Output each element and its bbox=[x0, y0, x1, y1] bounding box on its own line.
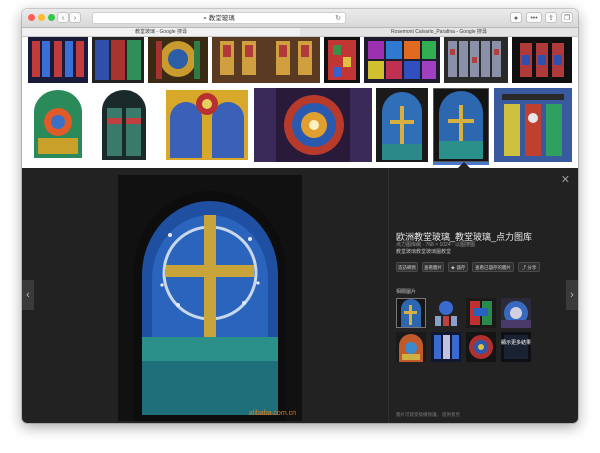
image-result-selected[interactable] bbox=[433, 88, 489, 162]
chevron-right-icon: › bbox=[570, 289, 574, 301]
image-meta: 点力图库網 · 768 × 1024 · 以图搜图 bbox=[396, 242, 476, 248]
share-button[interactable]: ⇪ bbox=[545, 12, 557, 23]
search-icon: ⌕ bbox=[203, 15, 207, 22]
image-result[interactable] bbox=[376, 88, 428, 162]
zoom-window-button[interactable] bbox=[48, 14, 55, 21]
related-images-label: 相關圖片 bbox=[396, 289, 417, 295]
related-image[interactable] bbox=[396, 332, 426, 362]
image-result[interactable] bbox=[494, 88, 572, 162]
share-icon: ⇪ bbox=[548, 15, 554, 22]
tab-label: Rosemont Calvario_Parafina - Google 搜尋 bbox=[391, 29, 487, 35]
chevron-left-icon: ‹ bbox=[61, 15, 65, 22]
related-image[interactable] bbox=[431, 332, 461, 362]
button-label: 查看已儲存的圖片 bbox=[475, 265, 511, 270]
tab-search-2[interactable]: Rosemont Calvario_Parafina - Google 搜尋 bbox=[300, 28, 578, 36]
image-result[interactable] bbox=[512, 37, 572, 83]
previous-image-button[interactable]: ‹ bbox=[22, 280, 34, 310]
share-button[interactable]: ⤴ 分享 bbox=[518, 262, 540, 272]
related-image[interactable] bbox=[501, 298, 531, 328]
tabs-icon: ❐ bbox=[563, 15, 571, 22]
feedback-link[interactable]: 提供意見 bbox=[442, 412, 460, 418]
image-result[interactable] bbox=[98, 88, 150, 162]
image-result[interactable] bbox=[324, 37, 360, 83]
tab-label: 教堂玻璃 - Google 搜尋 bbox=[135, 29, 187, 35]
image-result[interactable] bbox=[164, 88, 250, 162]
image-detail-panel: ‹ › ✕ alibaba.com.cn 欧洲教堂玻璃_教堂玻璃_点力图库 点力… bbox=[22, 168, 578, 423]
view-saved-button[interactable]: 查看已儲存的圖片 bbox=[472, 262, 514, 272]
close-window-button[interactable] bbox=[28, 14, 35, 21]
button-label: 儲存 bbox=[456, 265, 466, 270]
related-image[interactable] bbox=[466, 298, 496, 328]
more-results-tile[interactable]: 顯示更多結果 bbox=[501, 332, 531, 362]
button-label: 查看圖片 bbox=[424, 265, 442, 270]
image-description: 教堂玻璃教堂玻璃圖教堂 bbox=[396, 249, 452, 255]
panel-divider bbox=[388, 168, 389, 423]
chevron-left-icon: ‹ bbox=[26, 289, 30, 301]
copyright-notice: 圖片可能受版權保護。 bbox=[396, 412, 441, 417]
star-icon: ★ bbox=[450, 265, 456, 270]
tab-search-1[interactable]: 教堂玻璃 - Google 搜尋 bbox=[22, 28, 300, 36]
share-icon: ⤴ bbox=[521, 265, 527, 270]
preview-image[interactable]: alibaba.com.cn bbox=[118, 175, 302, 421]
related-image[interactable] bbox=[396, 298, 426, 328]
save-button[interactable]: ★ 儲存 bbox=[448, 262, 468, 272]
search-results: ‹ › ✕ alibaba.com.cn 欧洲教堂玻璃_教堂玻璃_点力图库 点力… bbox=[22, 37, 578, 423]
image-result[interactable] bbox=[148, 37, 208, 83]
button-label: 造訪網頁 bbox=[398, 265, 416, 270]
reload-icon[interactable]: ↻ bbox=[335, 13, 341, 24]
image-result[interactable] bbox=[444, 37, 508, 83]
more-results-label: 顯示更多結果 bbox=[501, 332, 531, 362]
info-icon: ● bbox=[513, 15, 519, 22]
minimize-window-button[interactable] bbox=[38, 14, 45, 21]
image-result[interactable] bbox=[92, 37, 144, 83]
tab-bar: 教堂玻璃 - Google 搜尋 Rosemont Calvario_Paraf… bbox=[22, 28, 578, 37]
address-text: 教堂玻璃 bbox=[208, 15, 235, 22]
image-result[interactable] bbox=[254, 88, 372, 162]
image-result[interactable] bbox=[28, 37, 88, 83]
button-label: 分享 bbox=[527, 265, 537, 270]
chevron-right-icon: › bbox=[73, 15, 77, 22]
browser-window: ‹ › ⌕ 教堂玻璃 ↻ ● ••• ⇪ ❐ 教堂玻璃 - Google 搜尋 … bbox=[22, 9, 578, 423]
close-icon[interactable]: ✕ bbox=[561, 173, 570, 186]
watermark-text: alibaba.com.cn bbox=[248, 410, 296, 417]
more-button[interactable]: ••• bbox=[526, 12, 542, 23]
related-image[interactable] bbox=[466, 332, 496, 362]
forward-button[interactable]: › bbox=[69, 12, 81, 23]
ellipsis-icon: ••• bbox=[530, 15, 538, 22]
browser-toolbar: ‹ › ⌕ 教堂玻璃 ↻ ● ••• ⇪ ❐ bbox=[22, 9, 578, 28]
tabs-overview-button[interactable]: ❐ bbox=[561, 12, 573, 23]
address-bar[interactable]: ⌕ 教堂玻璃 ↻ bbox=[92, 12, 346, 24]
related-image[interactable] bbox=[431, 298, 461, 328]
back-button[interactable]: ‹ bbox=[57, 12, 69, 23]
visit-page-button[interactable]: 造訪網頁 bbox=[396, 262, 418, 272]
extension-button[interactable]: ● bbox=[510, 12, 522, 23]
image-result[interactable] bbox=[28, 88, 88, 162]
view-image-button[interactable]: 查看圖片 bbox=[422, 262, 444, 272]
image-result[interactable] bbox=[364, 37, 440, 83]
image-result[interactable] bbox=[212, 37, 320, 83]
next-image-button[interactable]: › bbox=[566, 280, 578, 310]
